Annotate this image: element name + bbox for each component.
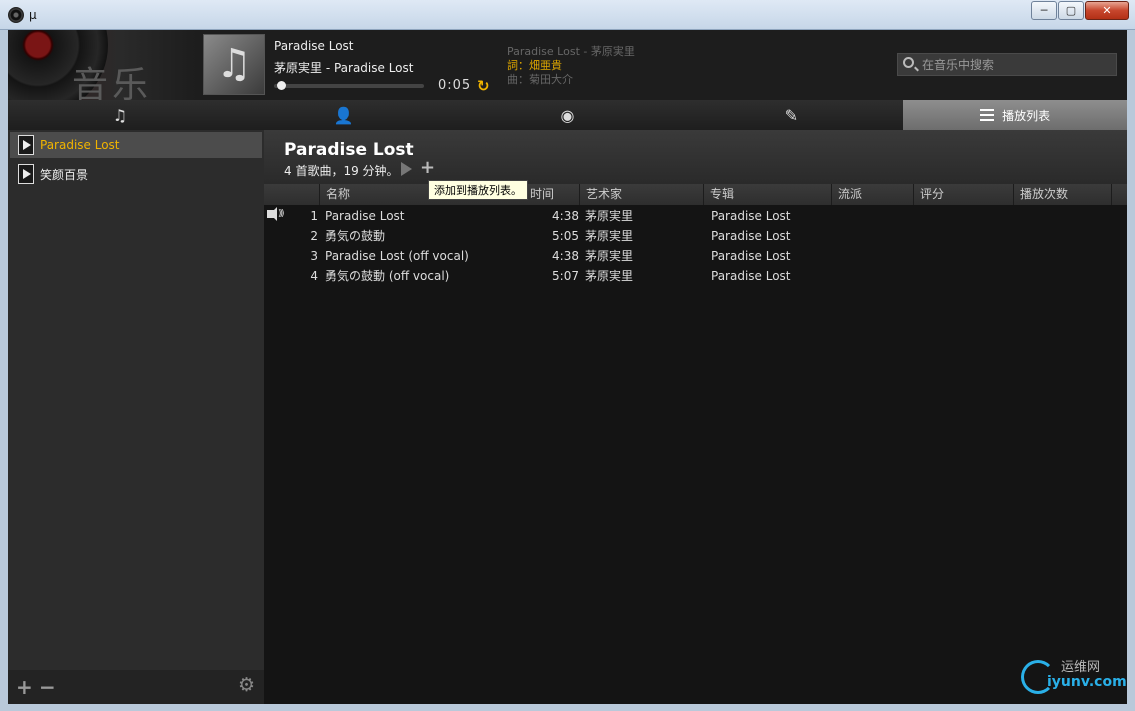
app-window: 音乐 ♫ Paradise Lost 茅原実里 - Paradise Lost … [8,30,1127,704]
sidebar-item-paradise-lost[interactable]: Paradise Lost [10,132,262,158]
logo-text: 音乐 [72,65,153,100]
add-to-playlist-button[interactable]: + [420,157,435,178]
music-note-icon: ♫ [216,41,252,87]
col-plays[interactable]: 播放次数 [1014,184,1112,205]
search-input[interactable] [922,56,1112,74]
track-album: Paradise Lost [711,209,791,223]
track-time: 4:38 [552,209,579,223]
col-index[interactable] [264,184,320,205]
track-list: 1 Paradise Lost 4:38 茅原実里 Paradise Lost … [264,204,1127,286]
now-playing-title: Paradise Lost [274,39,354,53]
window-controls: ─ ▢ ✕ [1030,1,1129,20]
track-time: 4:38 [552,249,579,263]
tab-albums[interactable]: ◉ [456,100,680,130]
now-playing-artist: 茅原実里 - Paradise Lost [274,61,414,75]
watermark-en: iyunv.com [1047,674,1127,690]
tab-playlists-label: 播放列表 [1002,108,1051,123]
track-number: 3 [310,249,318,263]
track-artist: 茅原実里 [585,209,634,223]
track-time: 5:07 [552,269,579,283]
track-number: 2 [310,229,318,243]
sidebar-item-label: Paradise Lost [40,138,120,152]
playlist-header: Paradise Lost 4 首歌曲，19 分钟。 + [264,130,1127,184]
track-album: Paradise Lost [711,249,791,263]
minimize-button[interactable]: ─ [1031,1,1057,20]
lyric-line-3: 曲：菊田大介 [507,73,573,86]
window-title: μ [29,8,37,22]
tab-genres[interactable]: ✎ [679,100,903,130]
track-name: Paradise Lost (off vocal) [325,249,469,263]
col-artist[interactable]: 艺术家 [580,184,704,205]
remove-playlist-button[interactable]: − [39,675,56,699]
watermark-cn: 运维网 [1061,660,1101,675]
playlist-view: Paradise Lost 4 首歌曲，19 分钟。 + 添加到播放列表。 名称… [264,130,1127,704]
track-album: Paradise Lost [711,229,791,243]
artist-icon: 👤 [333,105,354,125]
progress-knob[interactable] [277,81,286,90]
site-watermark: 运维网 iyunv.com [1021,654,1127,698]
track-number: 4 [310,269,318,283]
tab-songs[interactable]: ♫ [8,100,232,130]
add-playlist-button[interactable]: + [16,675,33,699]
app-icon[interactable] [8,7,24,23]
speaker-icon [267,204,283,224]
track-artist: 茅原実里 [585,249,634,263]
playlist-icon [18,164,34,184]
table-row[interactable]: 4 勇気の鼓動 (off vocal) 5:07 茅原実里 Paradise L… [264,266,1127,286]
track-number: 1 [310,209,318,223]
list-icon [980,109,995,121]
music-note-icon: ♫ [112,105,128,125]
sidebar-footer: + − ⚙ [8,670,264,704]
elapsed-time: 0:05 [438,78,472,93]
track-time: 5:05 [552,229,579,243]
album-art[interactable]: ♫ [203,34,265,95]
tab-artists[interactable]: 👤 [232,100,456,130]
track-name: Paradise Lost [325,209,405,223]
playlist-sidebar: Paradise Lost 笑颜百景 + − ⚙ [8,130,264,704]
track-table-header: 名称 时间 艺术家 专辑 流派 评分 播放次数 [264,184,1127,205]
playlist-title: Paradise Lost [284,140,414,160]
table-row[interactable]: 3 Paradise Lost (off vocal) 4:38 茅原実里 Pa… [264,246,1127,266]
table-row[interactable]: 1 Paradise Lost 4:38 茅原実里 Paradise Lost [264,204,1127,226]
maximize-button[interactable]: ▢ [1058,1,1084,20]
track-artist: 茅原実里 [585,269,634,283]
col-time[interactable]: 时间 [524,184,580,205]
track-name: 勇気の鼓動 [325,229,386,243]
table-row[interactable]: 2 勇気の鼓動 5:05 茅原実里 Paradise Lost [264,226,1127,246]
sidebar-item-label: 笑颜百景 [40,167,89,182]
album-disc-icon: ◉ [560,105,575,125]
guitar-genre-icon: ✎ [784,105,798,125]
play-icon[interactable] [401,162,412,176]
col-genre[interactable]: 流派 [832,184,914,205]
view-tabs: ♫ 👤 ◉ ✎ 播放列表 [8,100,1127,130]
col-album[interactable]: 专辑 [704,184,832,205]
close-button[interactable]: ✕ [1085,1,1129,20]
gear-icon[interactable]: ⚙ [238,674,255,696]
track-name: 勇気の鼓動 (off vocal) [325,269,450,283]
search-icon [903,57,914,68]
tab-playlists[interactable]: 播放列表 [903,100,1127,130]
window-titlebar: μ ─ ▢ ✕ [0,0,1135,30]
track-artist: 茅原実里 [585,229,634,243]
repeat-icon[interactable]: ↻ [477,77,490,95]
playlist-icon [18,135,34,155]
tooltip: 添加到播放列表。 [428,180,528,200]
app-logo: 音乐 [8,30,196,100]
progress-bar[interactable] [274,81,424,90]
search-box [897,53,1117,76]
playlist-summary: 4 首歌曲，19 分钟。 [284,164,399,178]
player-header: 音乐 ♫ Paradise Lost 茅原実里 - Paradise Lost … [8,30,1127,100]
col-rating[interactable]: 评分 [914,184,1014,205]
sidebar-item-egao-hyakkei[interactable]: 笑颜百景 [10,161,262,187]
track-album: Paradise Lost [711,269,791,283]
